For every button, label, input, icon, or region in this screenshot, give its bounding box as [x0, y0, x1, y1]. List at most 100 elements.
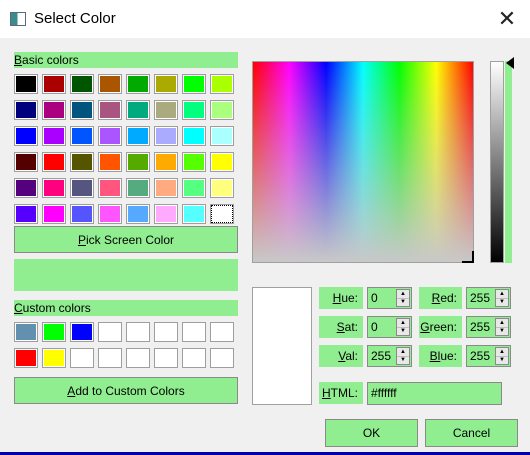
basic-color-swatch[interactable] — [14, 152, 38, 172]
custom-color-swatch[interactable] — [14, 322, 38, 342]
val-spinbox[interactable]: 255 ▲ ▼ — [367, 345, 412, 367]
basic-color-swatch[interactable] — [210, 204, 234, 224]
luminance-slider[interactable] — [490, 61, 504, 263]
basic-color-swatch[interactable] — [98, 126, 122, 146]
basic-color-swatch[interactable] — [98, 178, 122, 198]
basic-color-swatch[interactable] — [14, 126, 38, 146]
spin-up-icon[interactable]: ▲ — [397, 290, 409, 299]
custom-color-swatch[interactable] — [154, 322, 178, 342]
basic-color-swatch[interactable] — [42, 126, 66, 146]
custom-color-swatch[interactable] — [70, 348, 94, 368]
basic-color-swatch[interactable] — [182, 126, 206, 146]
hue-value[interactable]: 0 — [371, 288, 378, 308]
basic-color-swatch[interactable] — [42, 204, 66, 224]
green-value[interactable]: 255 — [470, 317, 490, 337]
basic-color-swatch[interactable] — [14, 74, 38, 94]
basic-color-swatch[interactable] — [126, 100, 150, 120]
blue-spinbox[interactable]: 255 ▲ ▼ — [466, 345, 511, 367]
sat-spinbox[interactable]: 0 ▲ ▼ — [367, 316, 412, 338]
basic-color-swatch[interactable] — [126, 178, 150, 198]
basic-color-swatch[interactable] — [126, 74, 150, 94]
blue-value[interactable]: 255 — [470, 346, 490, 366]
basic-color-swatch[interactable] — [154, 74, 178, 94]
basic-color-swatch[interactable] — [70, 74, 94, 94]
html-hex-input[interactable]: #ffffff — [367, 382, 502, 405]
ok-button[interactable]: OK — [325, 419, 418, 447]
spin-up-icon[interactable]: ▲ — [496, 348, 508, 357]
basic-color-swatch[interactable] — [210, 126, 234, 146]
spectrum-crosshair[interactable] — [462, 251, 474, 263]
basic-color-swatch[interactable] — [182, 74, 206, 94]
spin-up-icon[interactable]: ▲ — [496, 290, 508, 299]
spin-down-icon[interactable]: ▼ — [397, 299, 409, 307]
basic-color-swatch[interactable] — [42, 152, 66, 172]
custom-color-swatch[interactable] — [126, 348, 150, 368]
basic-color-swatch-fill — [43, 179, 65, 197]
custom-color-swatch[interactable] — [42, 322, 66, 342]
hue-saturation-spectrum[interactable] — [252, 61, 474, 263]
basic-color-swatch[interactable] — [126, 126, 150, 146]
basic-color-swatch[interactable] — [98, 204, 122, 224]
basic-color-swatch[interactable] — [70, 152, 94, 172]
custom-color-swatch[interactable] — [210, 348, 234, 368]
spin-down-icon[interactable]: ▼ — [397, 328, 409, 336]
custom-color-swatch[interactable] — [182, 348, 206, 368]
basic-color-swatch[interactable] — [70, 126, 94, 146]
custom-color-swatch[interactable] — [154, 348, 178, 368]
spin-up-icon[interactable]: ▲ — [496, 319, 508, 328]
spin-up-icon[interactable]: ▲ — [397, 348, 409, 357]
basic-color-swatch-fill — [183, 75, 205, 93]
spin-down-icon[interactable]: ▼ — [496, 299, 508, 307]
basic-color-swatch[interactable] — [126, 152, 150, 172]
basic-color-swatch[interactable] — [182, 100, 206, 120]
basic-color-swatch[interactable] — [182, 204, 206, 224]
custom-color-swatch[interactable] — [70, 322, 94, 342]
basic-color-swatch[interactable] — [98, 74, 122, 94]
custom-color-swatch[interactable] — [14, 348, 38, 368]
add-to-custom-colors-button[interactable]: Add to Custom Colors — [14, 377, 238, 404]
basic-color-swatch[interactable] — [154, 100, 178, 120]
basic-color-swatch[interactable] — [70, 178, 94, 198]
basic-color-swatch[interactable] — [126, 204, 150, 224]
basic-color-swatch[interactable] — [70, 100, 94, 120]
basic-color-swatch[interactable] — [210, 152, 234, 172]
custom-color-swatch[interactable] — [210, 322, 234, 342]
basic-color-swatch[interactable] — [14, 178, 38, 198]
pick-screen-color-button[interactable]: Pick Screen Color — [14, 226, 238, 253]
val-value[interactable]: 255 — [371, 346, 391, 366]
close-button[interactable]: ✕ — [484, 0, 530, 38]
basic-color-swatch[interactable] — [42, 100, 66, 120]
basic-color-swatch[interactable] — [210, 100, 234, 120]
spin-down-icon[interactable]: ▼ — [496, 328, 508, 336]
basic-color-swatch[interactable] — [210, 74, 234, 94]
red-spinbox[interactable]: 255 ▲ ▼ — [466, 287, 511, 309]
custom-color-swatch[interactable] — [42, 348, 66, 368]
sat-value[interactable]: 0 — [371, 317, 378, 337]
custom-color-swatch[interactable] — [126, 322, 150, 342]
basic-color-swatch[interactable] — [98, 100, 122, 120]
spin-up-icon[interactable]: ▲ — [397, 319, 409, 328]
custom-color-swatch[interactable] — [182, 322, 206, 342]
basic-color-swatch[interactable] — [98, 152, 122, 172]
luminance-arrow-icon[interactable] — [506, 57, 514, 69]
basic-color-swatch[interactable] — [182, 178, 206, 198]
basic-color-swatch[interactable] — [42, 178, 66, 198]
basic-color-swatch[interactable] — [154, 178, 178, 198]
basic-color-swatch[interactable] — [14, 100, 38, 120]
basic-color-swatch[interactable] — [154, 204, 178, 224]
basic-color-swatch[interactable] — [42, 74, 66, 94]
spin-down-icon[interactable]: ▼ — [496, 357, 508, 365]
hue-spinbox[interactable]: 0 ▲ ▼ — [367, 287, 412, 309]
red-value[interactable]: 255 — [470, 288, 490, 308]
basic-color-swatch[interactable] — [14, 204, 38, 224]
basic-color-swatch[interactable] — [182, 152, 206, 172]
custom-color-swatch[interactable] — [98, 348, 122, 368]
cancel-button[interactable]: Cancel — [425, 419, 518, 447]
basic-color-swatch[interactable] — [154, 152, 178, 172]
basic-color-swatch[interactable] — [154, 126, 178, 146]
basic-color-swatch[interactable] — [210, 178, 234, 198]
custom-color-swatch[interactable] — [98, 322, 122, 342]
basic-color-swatch[interactable] — [70, 204, 94, 224]
spin-down-icon[interactable]: ▼ — [397, 357, 409, 365]
green-spinbox[interactable]: 255 ▲ ▼ — [466, 316, 511, 338]
